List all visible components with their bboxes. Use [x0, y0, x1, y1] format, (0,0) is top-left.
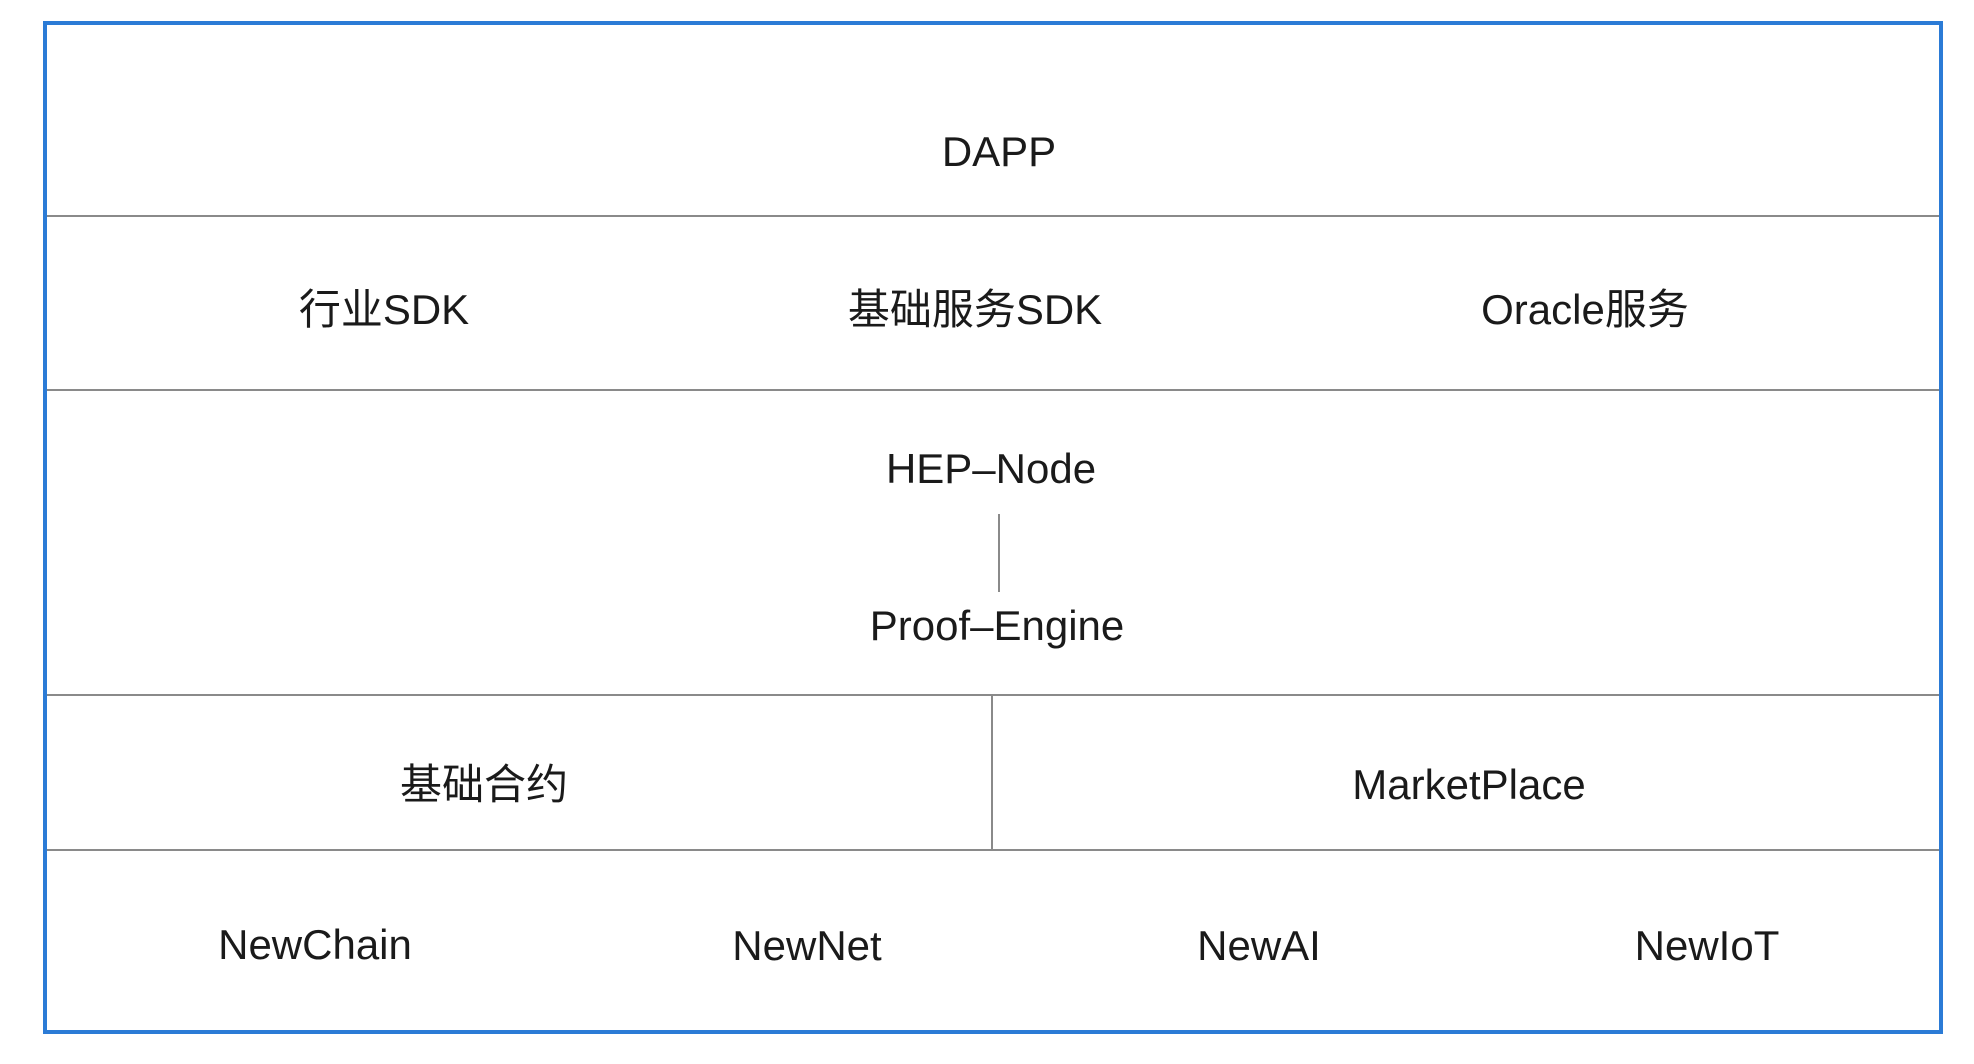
- newai-label: NewAI: [1197, 922, 1321, 969]
- newchain-label: NewChain: [218, 921, 412, 968]
- divider-dapp-sdk: [47, 215, 1939, 217]
- basic-service-sdk-label: 基础服务SDK: [847, 286, 1103, 333]
- newiot-label: NewIoT: [1634, 922, 1780, 969]
- marketplace-label: MarketPlace: [1352, 761, 1586, 808]
- divider-contracts-base: [47, 849, 1939, 851]
- divider-sdk-node: [47, 389, 1939, 391]
- basic-contract-label: 基础合约: [399, 761, 569, 808]
- architecture-diagram: DAPP 行业SDK 基础服务SDK Oracle服务 HEP–Node Pro…: [43, 21, 1943, 1034]
- industry-sdk-label: 行业SDK: [298, 286, 470, 333]
- dapp-label: DAPP: [941, 128, 1057, 175]
- divider-contracts-split: [991, 694, 993, 849]
- oracle-service-label: Oracle服务: [1481, 286, 1689, 333]
- proof-engine-label: Proof–Engine: [869, 602, 1125, 649]
- hep-node-label: HEP–Node: [885, 445, 1097, 492]
- newnet-label: NewNet: [732, 922, 882, 969]
- node-engine-connector: [998, 514, 1000, 592]
- divider-node-contracts: [47, 694, 1939, 696]
